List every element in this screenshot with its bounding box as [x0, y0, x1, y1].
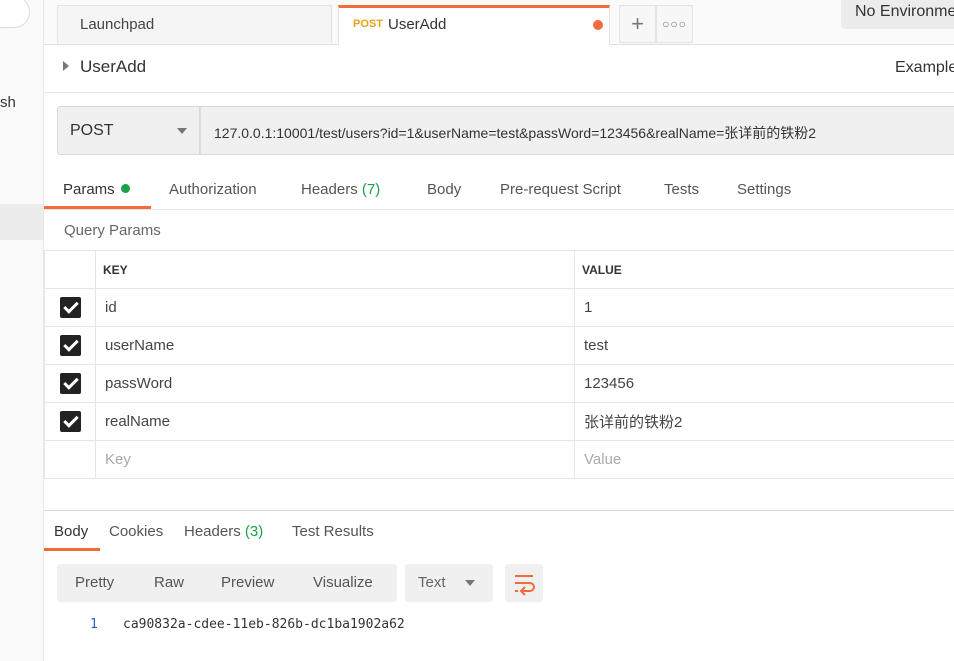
new-key-input[interactable]: Key [95, 440, 575, 479]
checkbox-column-header [44, 250, 96, 289]
param-key[interactable]: realName [95, 402, 575, 441]
table-row: passWord 123456 [44, 364, 954, 403]
param-value[interactable]: 张详前的铁粉2 [574, 402, 954, 441]
sidebar-selected-item[interactable] [0, 204, 43, 240]
tab-body[interactable]: Body [427, 181, 461, 198]
unsaved-dot-icon[interactable] [593, 20, 603, 30]
row-checkbox-cell [44, 402, 96, 441]
url-input[interactable]: 127.0.0.1:10001/test/users?id=1&userName… [200, 106, 954, 155]
param-value[interactable]: 1 [574, 288, 954, 327]
url-text: 127.0.0.1:10001/test/users?id=1&userName… [214, 125, 817, 141]
checkbox[interactable] [59, 411, 81, 432]
query-params-table: KEY VALUE id 1 userName test passWord 12… [44, 250, 954, 479]
row-checkbox-cell [44, 288, 96, 327]
plus-icon: + [631, 11, 644, 36]
param-value[interactable]: test [574, 326, 954, 365]
param-key[interactable]: id [95, 288, 575, 327]
response-tab-cookies[interactable]: Cookies [109, 523, 163, 540]
format-raw-button[interactable]: Raw [154, 574, 184, 591]
chevron-down-icon [177, 128, 187, 134]
response-tab-headers[interactable]: Headers (3) [184, 523, 263, 540]
param-key[interactable]: passWord [95, 364, 575, 403]
request-name-row: UserAdd Example [44, 44, 954, 93]
tab-params-label: Params [63, 181, 115, 198]
tab-params[interactable]: Params [63, 181, 130, 198]
tab-label: UserAdd [388, 16, 447, 33]
tab-label: Launchpad [80, 16, 155, 33]
row-checkbox-cell [44, 326, 96, 365]
table-row-new: Key Value [44, 440, 954, 479]
request-name[interactable]: UserAdd [80, 57, 146, 77]
param-value[interactable]: 123456 [574, 364, 954, 403]
column-header-key: KEY [95, 250, 575, 289]
format-preview-button[interactable]: Preview [221, 574, 274, 591]
row-checkbox-cell [44, 440, 96, 479]
headers-count: (7) [361, 181, 381, 198]
query-params-title: Query Params [64, 222, 161, 239]
examples-link[interactable]: Example [895, 59, 954, 77]
new-tab-button[interactable]: + [619, 5, 656, 43]
response-divider[interactable] [44, 510, 954, 511]
wrap-lines-button[interactable] [505, 564, 543, 602]
response-tab-body[interactable]: Body [54, 523, 88, 540]
chevron-down-icon [465, 580, 475, 586]
table-header-row: KEY VALUE [44, 250, 954, 289]
tab-headers-label: Headers [301, 181, 358, 198]
response-tab-test-results[interactable]: Test Results [292, 523, 374, 540]
format-toggle-group: Pretty Raw Preview Visualize [57, 564, 397, 602]
format-pretty-button[interactable]: Pretty [75, 574, 114, 591]
row-checkbox-cell [44, 364, 96, 403]
caret-right-icon[interactable] [63, 61, 69, 71]
sidebar-partial-label[interactable]: sh [0, 94, 16, 111]
response-body-text[interactable]: ca90832a-cdee-11eb-826b-dc1ba1902a62 [123, 617, 405, 632]
new-value-input[interactable]: Value [574, 440, 954, 479]
tab-method-badge: POST [353, 18, 383, 30]
column-header-value: VALUE [574, 250, 954, 289]
sidebar: sh [0, 0, 44, 661]
tab-launchpad[interactable]: Launchpad [57, 5, 332, 43]
checkbox[interactable] [59, 335, 81, 356]
sidebar-button[interactable] [0, 0, 30, 28]
table-row: id 1 [44, 288, 954, 327]
response-tab-headers-label: Headers [184, 523, 241, 540]
response-headers-count: (3) [244, 523, 264, 540]
tab-settings[interactable]: Settings [737, 181, 791, 198]
tab-authorization[interactable]: Authorization [169, 181, 257, 198]
tab-useradd[interactable]: POST UserAdd [338, 5, 610, 45]
environment-label: No Environme [855, 3, 954, 20]
tab-bar: Launchpad POST UserAdd + ○○○ No Environm… [44, 0, 954, 45]
method-label: POST [70, 122, 114, 139]
checkbox[interactable] [59, 373, 81, 394]
divider [44, 209, 954, 210]
method-select[interactable]: POST [57, 106, 200, 155]
table-row: realName 张详前的铁粉2 [44, 402, 954, 441]
wrap-lines-icon [515, 575, 535, 596]
tab-tests[interactable]: Tests [664, 181, 699, 198]
format-visualize-button[interactable]: Visualize [313, 574, 373, 591]
content-type-select[interactable]: Text [405, 564, 493, 602]
environment-selector[interactable]: No Environme [841, 0, 954, 29]
tab-prerequest-script[interactable]: Pre-request Script [500, 181, 621, 198]
table-row: userName test [44, 326, 954, 365]
params-active-dot-icon [120, 184, 130, 193]
more-horizontal-icon: ○○○ [662, 17, 687, 31]
content-type-label: Text [418, 574, 446, 591]
checkbox[interactable] [59, 297, 81, 318]
tab-more-button[interactable]: ○○○ [656, 5, 693, 43]
param-key[interactable]: userName [95, 326, 575, 365]
line-number: 1 [90, 617, 98, 632]
tab-headers[interactable]: Headers (7) [301, 181, 380, 198]
active-tab-underline [44, 548, 100, 551]
